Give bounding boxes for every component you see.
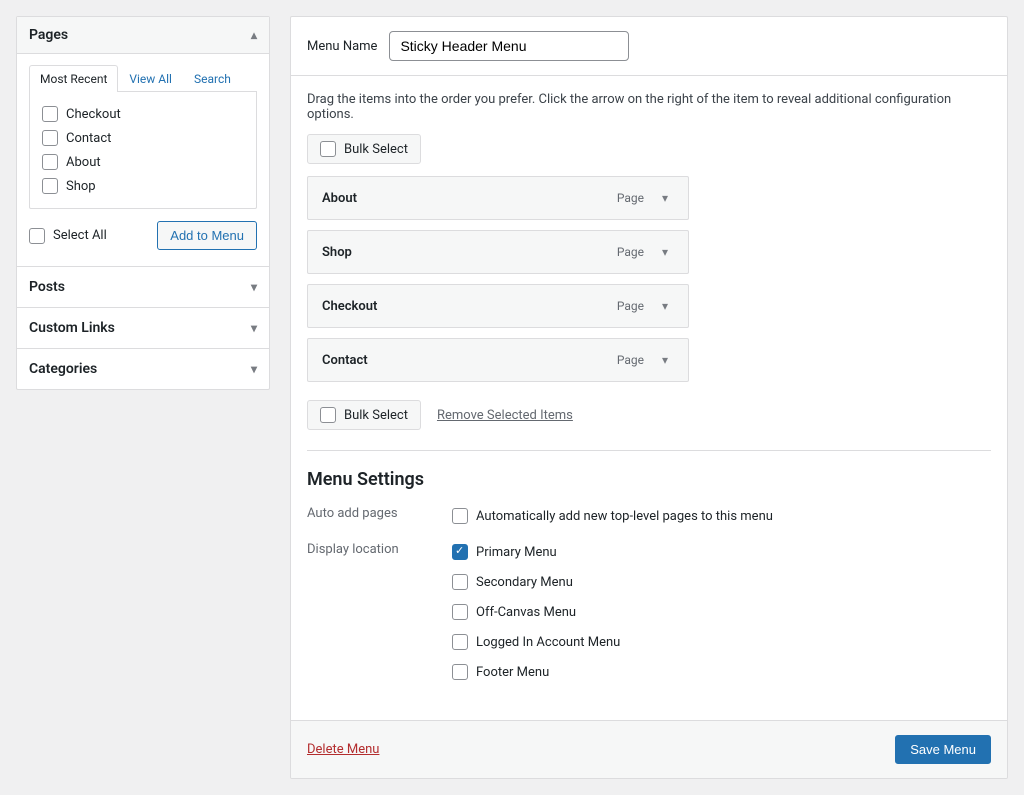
location-checkbox[interactable] [452, 664, 468, 680]
remove-selected-link: Remove Selected Items [437, 408, 573, 423]
page-label: Contact [66, 131, 111, 146]
custom-links-panel-header[interactable]: Custom Links [17, 307, 269, 348]
page-option[interactable]: Contact [42, 126, 244, 150]
select-all[interactable]: Select All [29, 224, 107, 248]
bulk-select-bottom[interactable]: Bulk Select [307, 400, 421, 430]
location-label: Secondary Menu [476, 575, 573, 590]
page-label: About [66, 155, 101, 170]
menu-name-label: Menu Name [307, 39, 377, 54]
location-checkbox[interactable] [452, 544, 468, 560]
menu-item-title: About [322, 191, 357, 206]
menu-settings-heading: Menu Settings [307, 469, 991, 490]
chevron-down-icon[interactable]: ▾ [656, 244, 674, 260]
auto-add-checkbox[interactable] [452, 508, 468, 524]
chevron-down-icon[interactable]: ▾ [656, 352, 674, 368]
tab-most-recent[interactable]: Most Recent [29, 65, 118, 92]
page-checkbox[interactable] [42, 178, 58, 194]
expand-icon [251, 361, 257, 377]
menu-item[interactable]: Contact Page ▾ [307, 338, 689, 382]
page-option[interactable]: Shop [42, 174, 244, 198]
select-all-label: Select All [53, 228, 107, 243]
menu-item[interactable]: Checkout Page ▾ [307, 284, 689, 328]
location-option[interactable]: Logged In Account Menu [452, 630, 620, 654]
expand-icon [251, 279, 257, 295]
location-option[interactable]: Footer Menu [452, 660, 620, 684]
menu-item-title: Shop [322, 245, 352, 260]
menu-item-type: Page [617, 299, 644, 313]
page-option[interactable]: Checkout [42, 102, 244, 126]
posts-panel-title: Posts [29, 279, 65, 295]
expand-icon [251, 320, 257, 336]
tab-search[interactable]: Search [183, 65, 242, 92]
menu-item-title: Checkout [322, 299, 377, 314]
add-to-menu-button[interactable]: Add to Menu [157, 221, 257, 250]
collapse-icon [251, 27, 257, 43]
custom-links-panel-title: Custom Links [29, 320, 115, 336]
location-option[interactable]: Off-Canvas Menu [452, 600, 620, 624]
location-label: Logged In Account Menu [476, 635, 620, 650]
page-checkbox[interactable] [42, 106, 58, 122]
page-checkbox[interactable] [42, 130, 58, 146]
bulk-select-label: Bulk Select [344, 408, 408, 423]
pages-panel-header[interactable]: Pages [17, 17, 269, 54]
display-location-label: Display location [307, 540, 452, 557]
page-option[interactable]: About [42, 150, 244, 174]
location-checkbox[interactable] [452, 634, 468, 650]
location-label: Footer Menu [476, 665, 549, 680]
auto-add-text: Automatically add new top-level pages to… [476, 509, 773, 524]
auto-add-option[interactable]: Automatically add new top-level pages to… [452, 504, 773, 528]
select-all-checkbox[interactable] [29, 228, 45, 244]
chevron-down-icon[interactable]: ▾ [656, 190, 674, 206]
menu-item[interactable]: About Page ▾ [307, 176, 689, 220]
chevron-down-icon[interactable]: ▾ [656, 298, 674, 314]
bulk-select-checkbox[interactable] [320, 407, 336, 423]
categories-panel-title: Categories [29, 361, 97, 377]
posts-panel-header[interactable]: Posts [17, 266, 269, 307]
menu-item-type: Page [617, 353, 644, 367]
menu-name-input[interactable] [389, 31, 629, 61]
location-option[interactable]: Primary Menu [452, 540, 620, 564]
menu-item[interactable]: Shop Page ▾ [307, 230, 689, 274]
menu-item-type: Page [617, 245, 644, 259]
location-checkbox[interactable] [452, 574, 468, 590]
bulk-select-checkbox[interactable] [320, 141, 336, 157]
categories-panel-header[interactable]: Categories [17, 348, 269, 389]
bulk-select-label: Bulk Select [344, 142, 408, 157]
save-menu-button[interactable]: Save Menu [895, 735, 991, 764]
location-label: Off-Canvas Menu [476, 605, 576, 620]
bulk-select-top[interactable]: Bulk Select [307, 134, 421, 164]
location-checkbox[interactable] [452, 604, 468, 620]
delete-menu-link[interactable]: Delete Menu [307, 742, 379, 757]
tab-view-all[interactable]: View All [118, 65, 183, 92]
page-label: Checkout [66, 107, 121, 122]
location-option[interactable]: Secondary Menu [452, 570, 620, 594]
location-label: Primary Menu [476, 545, 557, 560]
instructions-text: Drag the items into the order you prefer… [291, 76, 1007, 134]
menu-item-title: Contact [322, 353, 368, 368]
page-checkbox[interactable] [42, 154, 58, 170]
pages-panel-title: Pages [29, 27, 68, 43]
page-label: Shop [66, 179, 96, 194]
auto-add-label: Auto add pages [307, 504, 452, 521]
menu-item-type: Page [617, 191, 644, 205]
